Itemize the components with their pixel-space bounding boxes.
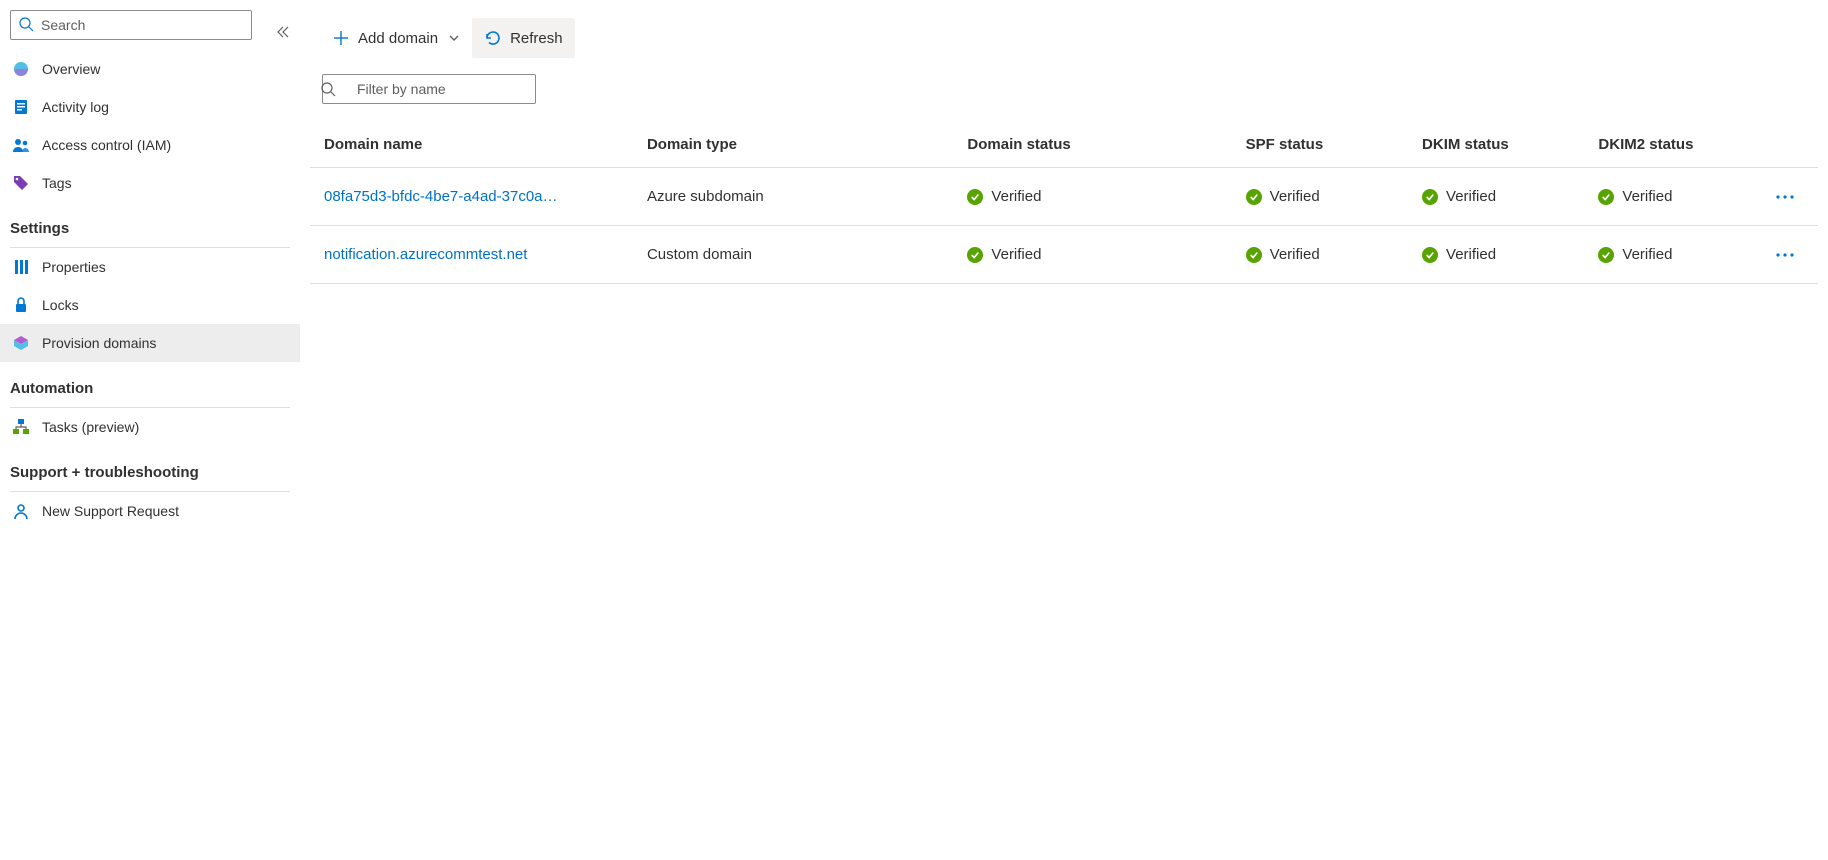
status-cell: Verified	[1422, 246, 1570, 263]
search-icon	[320, 81, 336, 97]
verified-icon	[1246, 189, 1262, 205]
log-icon	[12, 98, 30, 116]
table-row: 08fa75d3-bfdc-4be7-a4ad-37c0a… Azure subd…	[310, 168, 1818, 226]
globe-icon	[12, 60, 30, 78]
sidebar-section-support: Support + troubleshooting	[0, 446, 300, 487]
status-cell: Verified	[1598, 188, 1746, 205]
col-dkim-status[interactable]: DKIM status	[1408, 122, 1584, 168]
toolbar: Add domain Refresh	[310, 10, 1828, 74]
tasks-icon	[12, 418, 30, 436]
status-text: Verified	[1446, 188, 1496, 205]
sidebar-item-label: New Support Request	[42, 503, 179, 519]
domain-type-cell: Azure subdomain	[633, 168, 953, 226]
sidebar-item-label: Overview	[42, 61, 100, 77]
verified-icon	[1246, 247, 1262, 263]
verified-icon	[1422, 247, 1438, 263]
row-actions-button[interactable]	[1775, 194, 1804, 200]
button-label: Add domain	[358, 30, 438, 47]
status-cell: Verified	[1598, 246, 1746, 263]
col-dkim2-status[interactable]: DKIM2 status	[1584, 122, 1760, 168]
sidebar-item-label: Locks	[42, 297, 79, 313]
sidebar-item-overview[interactable]: Overview	[0, 50, 300, 88]
status-text: Verified	[1446, 246, 1496, 263]
domain-name-link[interactable]: notification.azurecommtest.net	[324, 246, 527, 263]
collapse-sidebar-icon[interactable]	[274, 24, 290, 40]
table-header-row: Domain name Domain type Domain status SP…	[310, 122, 1818, 168]
status-cell: Verified	[1246, 188, 1394, 205]
sidebar-item-access-control[interactable]: Access control (IAM)	[0, 126, 300, 164]
sidebar-item-label: Tags	[42, 175, 72, 191]
sidebar-section-settings: Settings	[0, 202, 300, 243]
col-spf-status[interactable]: SPF status	[1232, 122, 1408, 168]
domain-icon	[12, 334, 30, 352]
sidebar: Overview Activity log Access control (IA…	[0, 0, 300, 860]
refresh-icon	[484, 29, 502, 47]
search-icon	[18, 16, 34, 32]
domains-table: Domain name Domain type Domain status SP…	[310, 122, 1818, 284]
verified-icon	[967, 247, 983, 263]
status-text: Verified	[1270, 246, 1320, 263]
sidebar-item-label: Properties	[42, 259, 106, 275]
status-text: Verified	[991, 188, 1041, 205]
sidebar-item-label: Access control (IAM)	[42, 137, 171, 153]
col-domain-status[interactable]: Domain status	[953, 122, 1231, 168]
refresh-button[interactable]: Refresh	[472, 18, 575, 58]
sidebar-item-label: Tasks (preview)	[42, 419, 139, 435]
verified-icon	[967, 189, 983, 205]
status-text: Verified	[991, 246, 1041, 263]
button-label: Refresh	[510, 30, 563, 47]
table-row: notification.azurecommtest.net Custom dom…	[310, 226, 1818, 284]
sidebar-item-locks[interactable]: Locks	[0, 286, 300, 324]
main-content: Add domain Refresh	[300, 0, 1828, 860]
col-domain-name[interactable]: Domain name	[310, 122, 633, 168]
status-text: Verified	[1622, 246, 1672, 263]
properties-icon	[12, 258, 30, 276]
verified-icon	[1598, 189, 1614, 205]
sidebar-item-new-support-request[interactable]: New Support Request	[0, 492, 300, 530]
status-cell: Verified	[1246, 246, 1394, 263]
status-cell: Verified	[967, 188, 1217, 205]
sidebar-item-properties[interactable]: Properties	[0, 248, 300, 286]
sidebar-item-tasks[interactable]: Tasks (preview)	[0, 408, 300, 446]
row-actions-button[interactable]	[1775, 252, 1804, 258]
search-input[interactable]	[10, 10, 252, 40]
domain-name-link[interactable]: 08fa75d3-bfdc-4be7-a4ad-37c0a…	[324, 188, 558, 205]
sidebar-section-automation: Automation	[0, 362, 300, 403]
status-cell: Verified	[967, 246, 1217, 263]
status-text: Verified	[1622, 188, 1672, 205]
sidebar-item-label: Provision domains	[42, 335, 156, 351]
add-domain-button[interactable]: Add domain	[320, 18, 472, 58]
sidebar-item-tags[interactable]: Tags	[0, 164, 300, 202]
lock-icon	[12, 296, 30, 314]
sidebar-item-label: Activity log	[42, 99, 109, 115]
verified-icon	[1422, 189, 1438, 205]
sidebar-item-provision-domains[interactable]: Provision domains	[0, 324, 300, 362]
plus-icon	[332, 29, 350, 47]
domain-type-cell: Custom domain	[633, 226, 953, 284]
status-text: Verified	[1270, 188, 1320, 205]
status-cell: Verified	[1422, 188, 1570, 205]
people-icon	[12, 136, 30, 154]
filter-input[interactable]	[322, 74, 536, 104]
sidebar-item-activity-log[interactable]: Activity log	[0, 88, 300, 126]
verified-icon	[1598, 247, 1614, 263]
col-domain-type[interactable]: Domain type	[633, 122, 953, 168]
tag-icon	[12, 174, 30, 192]
chevron-down-icon	[448, 32, 460, 44]
support-icon	[12, 502, 30, 520]
